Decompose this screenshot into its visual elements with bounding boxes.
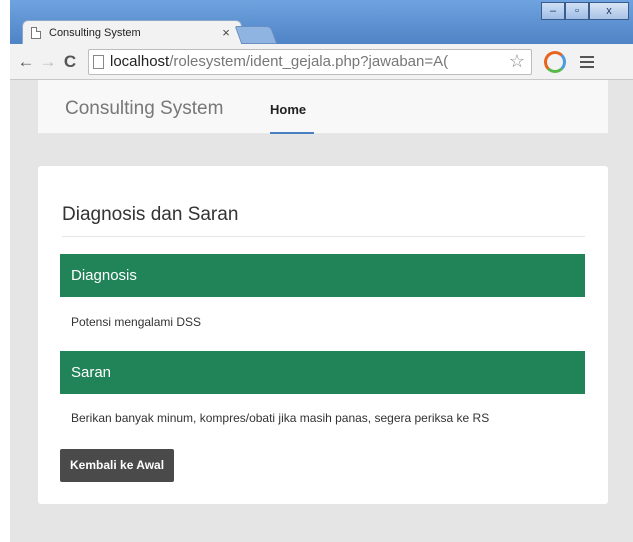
tab-title: Consulting System (49, 26, 141, 39)
navbar: Consulting System Home (38, 80, 608, 134)
bookmark-star-icon[interactable]: ☆ (507, 51, 527, 72)
menu-icon[interactable] (580, 55, 594, 68)
saran-heading: Saran (60, 351, 585, 394)
page-title: Diagnosis dan Saran (62, 204, 239, 225)
browser-toolbar: ← → C localhost/rolesystem/ident_gejala.… (10, 44, 633, 80)
window-frame: – ▫ x Consulting System × (10, 0, 633, 50)
page-icon (31, 26, 41, 39)
diagnosis-text: Potensi mengalami DSS (71, 315, 202, 329)
new-tab-button[interactable] (234, 26, 278, 44)
back-to-start-button[interactable]: Kembali ke Awal (60, 449, 175, 482)
address-bar[interactable]: localhost/rolesystem/ident_gejala.php?ja… (88, 48, 532, 75)
nav-home-link[interactable]: Home (270, 102, 306, 117)
maximize-button[interactable]: ▫ (565, 2, 589, 20)
browser-tab[interactable]: Consulting System × (22, 20, 242, 44)
minimize-button[interactable]: – (541, 2, 565, 20)
back-arrow-icon[interactable]: ← (16, 52, 36, 72)
window-controls: – ▫ x (541, 2, 629, 22)
active-nav-indicator (270, 132, 314, 134)
page-icon (93, 54, 104, 69)
close-tab-icon[interactable]: × (219, 25, 233, 40)
close-window-button[interactable]: x (589, 2, 629, 20)
saran-text: Berikan banyak minum, kompres/obati jika… (71, 411, 490, 425)
result-panel: Diagnosis dan Saran Diagnosis Potensi me… (38, 166, 608, 504)
brand-link[interactable]: Consulting System (65, 98, 223, 120)
url-text: localhost/rolesystem/ident_gejala.php?ja… (110, 53, 449, 70)
divider (62, 236, 585, 237)
extension-icon[interactable] (544, 50, 566, 73)
browser-window: – ▫ x Consulting System × ← → C localhos… (10, 0, 633, 542)
forward-arrow-icon[interactable]: → (38, 52, 58, 72)
page-viewport: Consulting System Home Diagnosis dan Sar… (10, 80, 633, 542)
reload-icon[interactable]: C (60, 52, 80, 72)
diagnosis-heading: Diagnosis (60, 254, 585, 297)
